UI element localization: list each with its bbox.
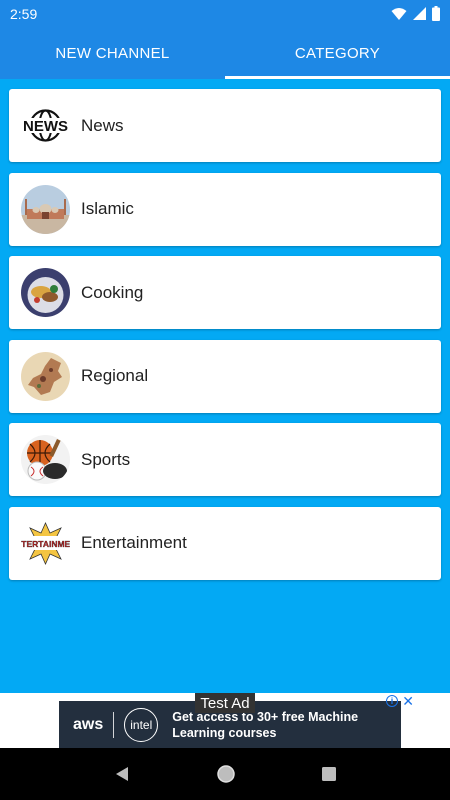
intel-logo: intel <box>124 707 159 742</box>
tab-bar: NEW CHANNEL CATEGORY <box>0 27 450 79</box>
category-item-news[interactable]: NEWS News <box>9 89 441 162</box>
status-time: 2:59 <box>10 5 38 22</box>
svg-text:ENTERTAINMENT: ENTERTAINMENT <box>21 539 70 549</box>
status-bar: 2:59 <box>0 0 450 27</box>
battery-icon <box>432 6 440 21</box>
news-logo-icon: NEWS <box>21 101 70 150</box>
wifi-icon <box>391 7 407 20</box>
category-list: NEWS News Islamic Cooking Regional Sport… <box>9 89 441 590</box>
food-icon <box>21 268 70 317</box>
category-label: Cooking <box>81 282 144 302</box>
category-item-islamic[interactable]: Islamic <box>9 172 441 246</box>
category-item-regional[interactable]: Regional <box>9 339 441 413</box>
category-label: Regional <box>81 366 149 385</box>
ad-close-icon[interactable]: ✕ <box>402 693 414 710</box>
status-icons <box>391 6 440 21</box>
category-label: News <box>81 115 124 135</box>
category-label: Entertainment <box>81 533 187 552</box>
svg-text:NEWS: NEWS <box>23 118 68 135</box>
test-ad-label: Test Ad <box>195 693 255 713</box>
ad-divider <box>113 711 115 738</box>
category-label: Islamic <box>81 199 134 218</box>
aws-logo: aws <box>73 715 104 733</box>
recents-icon[interactable] <box>321 766 337 782</box>
tab-new-channel[interactable]: NEW CHANNEL <box>0 27 225 79</box>
sports-balls-icon <box>21 435 70 484</box>
back-icon[interactable] <box>113 765 131 783</box>
signal-icon <box>413 6 426 20</box>
tab-category[interactable]: CATEGORY <box>225 27 450 79</box>
navigation-bar <box>0 748 450 800</box>
ad-info-icon[interactable]: i <box>386 695 398 707</box>
ad-area: aws intel Get access to 30+ free Machine… <box>0 693 450 748</box>
ad-text: Get access to 30+ free Machine Learning … <box>172 709 358 741</box>
category-item-sports[interactable]: Sports <box>9 423 441 496</box>
mosque-icon <box>21 184 70 234</box>
category-item-cooking[interactable]: Cooking <box>9 256 441 329</box>
category-label: Sports <box>81 449 131 469</box>
category-item-entertainment[interactable]: ENTERTAINMENT Entertainment <box>9 506 441 580</box>
entertainment-icon: ENTERTAINMENT <box>21 518 70 568</box>
home-icon[interactable] <box>216 764 236 784</box>
ad-line-2: Learning courses <box>172 725 277 740</box>
map-icon <box>21 351 70 401</box>
